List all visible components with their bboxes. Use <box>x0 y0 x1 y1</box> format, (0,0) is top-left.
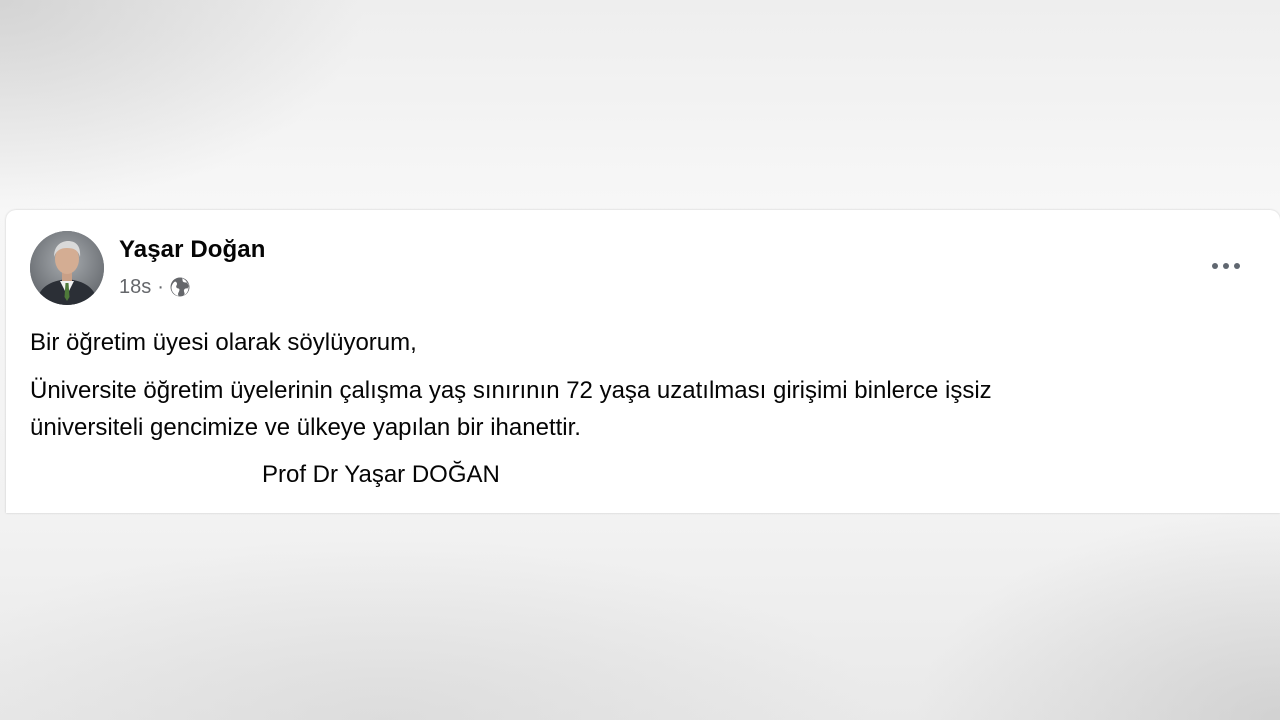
more-options-button[interactable] <box>1206 254 1246 278</box>
post-paragraph: üniversiteli gencimize ve ülkeye yapılan… <box>30 414 581 441</box>
meta-separator: · <box>157 275 164 298</box>
post-body: Bir öğretim üyesi olarak söylüyorum, Üni… <box>30 324 1250 493</box>
post-card: Yaşar Doğan 18s · Bir öğretim üyesi olar… <box>6 210 1280 513</box>
avatar-photo <box>30 231 104 305</box>
author-name[interactable]: Yaşar Doğan <box>119 236 266 264</box>
globe-icon[interactable] <box>169 276 191 298</box>
post-paragraph: Bir öğretim üyesi olarak söylüyorum, <box>30 329 417 356</box>
post-timestamp[interactable]: 18s <box>119 276 151 299</box>
author-avatar[interactable] <box>30 231 104 305</box>
more-options-icon <box>1212 263 1240 269</box>
post-paragraph: Üniversite öğretim üyelerinin çalışma ya… <box>30 377 992 404</box>
post-meta: 18s · <box>119 273 191 301</box>
post-signature: Prof Dr Yaşar DOĞAN <box>262 461 500 488</box>
